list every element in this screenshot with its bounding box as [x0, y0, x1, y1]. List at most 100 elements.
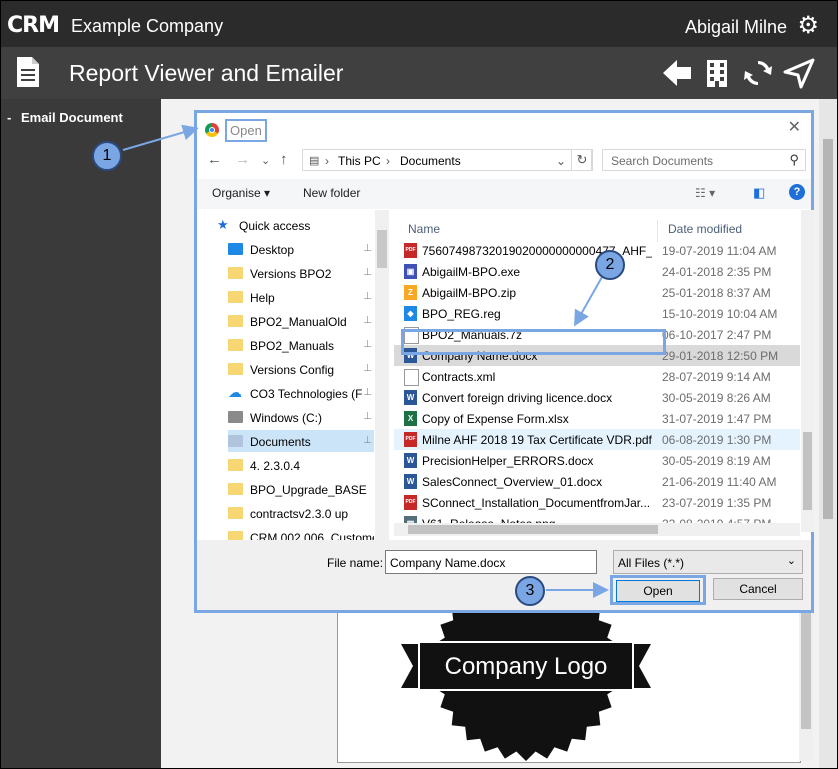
sidebar-bullet: - — [7, 110, 12, 125]
nav-pane-scrollbar-thumb[interactable] — [377, 230, 387, 268]
preview-scrollbar[interactable] — [799, 601, 813, 761]
file-name: Milne AHF 2018 19 Tax Certificate VDR.pd… — [422, 433, 652, 447]
page-scrollbar[interactable] — [819, 99, 837, 768]
file-name-input[interactable]: Company Name.docx — [385, 550, 597, 574]
pin-icon[interactable]: ⊥ — [363, 243, 372, 254]
search-input[interactable]: Search Documents ⚲ — [602, 149, 806, 171]
nav-item[interactable]: BPO2_ManualOld ⊥ — [228, 310, 374, 332]
folder-icon — [228, 483, 243, 495]
crm-logo: CRM — [7, 13, 60, 38]
word-file-icon: W — [404, 474, 417, 489]
open-button[interactable]: Open — [616, 580, 700, 602]
nav-item[interactable]: BPO2_Manuals ⊥ — [228, 334, 374, 356]
address-bar[interactable]: ▤ › This PC › Documents ⌄ — [302, 149, 592, 171]
file-row[interactable]: X Copy of Expense Form.xlsx 31-07-2019 1:4… — [394, 408, 800, 429]
word-file-icon: W — [404, 453, 417, 468]
nav-item-label: CO3 Technologies (F — [250, 387, 363, 401]
pin-icon[interactable]: ⊥ — [363, 267, 372, 278]
file-row[interactable]: PDF Milne AHF 2018 19 Tax Certificate VDR… — [394, 429, 800, 450]
pin-icon[interactable]: ⊥ — [363, 339, 372, 350]
file-list-hscrollbar-thumb[interactable] — [408, 525, 658, 534]
search-placeholder: Search Documents — [611, 154, 714, 168]
registry-file-icon: ◆ — [404, 306, 417, 321]
top-header: CRM Example Company Abigail Milne ⚙ — [1, 1, 837, 47]
back-arrow-icon[interactable]: ← — [207, 151, 222, 168]
column-header-name[interactable]: Name — [408, 222, 440, 236]
nav-item-label: Windows (C:) — [250, 411, 323, 425]
refresh-icon[interactable] — [742, 57, 774, 89]
pin-icon[interactable]: ⊥ — [363, 435, 372, 446]
file-list-hscrollbar[interactable] — [394, 523, 800, 536]
file-row[interactable]: W Convert foreign driving licence.docx 30-… — [394, 387, 800, 408]
close-icon[interactable]: ✕ — [788, 117, 801, 137]
file-date: 30-05-2019 8:26 AM — [662, 391, 771, 405]
refresh-icon[interactable]: ↻ — [571, 149, 593, 171]
pdf-file-icon: PDF — [404, 432, 417, 447]
file-row[interactable]: W PrecisionHelper_ERRORS.docx 30-05-2019 8… — [394, 450, 800, 471]
up-arrow-icon[interactable]: ↑ — [280, 151, 288, 168]
nav-item[interactable]: Windows (C:) ⊥ — [228, 406, 374, 428]
nav-item[interactable]: ★ Quick access — [217, 214, 363, 236]
gear-icon[interactable]: ⚙ — [797, 11, 819, 40]
nav-item[interactable]: BPO_Upgrade_BASE — [228, 478, 374, 500]
building-icon[interactable] — [701, 57, 733, 89]
pin-icon[interactable]: ⊥ — [363, 387, 372, 398]
send-icon[interactable] — [783, 57, 815, 89]
nav-item[interactable]: ☁ CO3 Technologies (F ⊥ — [228, 382, 374, 404]
back-arrow-icon[interactable] — [661, 57, 693, 89]
file-row[interactable]: Contracts.xml 28-07-2019 9:14 AM — [394, 366, 800, 387]
user-name[interactable]: Abigail Milne — [685, 17, 787, 38]
help-icon[interactable]: ? — [789, 184, 805, 200]
nav-item[interactable]: Versions Config ⊥ — [228, 358, 374, 380]
chevron-down-icon[interactable]: ⌄ — [261, 154, 270, 167]
nav-item[interactable]: Versions BPO2 ⊥ — [228, 262, 374, 284]
nav-item-label: Desktop — [250, 243, 295, 257]
file-list-vscrollbar[interactable] — [801, 210, 814, 532]
breadcrumb-separator: › — [386, 154, 390, 168]
breadcrumb-this-pc[interactable]: This PC — [338, 154, 381, 168]
nav-item[interactable]: Help ⊥ — [228, 286, 374, 308]
folder-icon — [228, 363, 243, 375]
file-row[interactable]: W SalesConnect_Overview_01.docx 21-06-2019… — [394, 471, 800, 492]
file-type-select[interactable]: All Files (*.*) ⌄ — [613, 550, 803, 574]
nav-item-label: Help — [250, 291, 275, 305]
column-header-date[interactable]: Date modified — [668, 222, 742, 236]
column-divider[interactable] — [657, 220, 658, 242]
pin-icon[interactable]: ⊥ — [363, 363, 372, 374]
file-date: 25-01-2018 8:37 AM — [662, 286, 771, 300]
nav-item-label: BPO2_Manuals — [250, 339, 335, 353]
nav-item[interactable]: Desktop ⊥ — [228, 238, 374, 260]
nav-pane-scrollbar[interactable] — [375, 210, 389, 540]
preview-scrollbar-thumb[interactable] — [801, 609, 811, 729]
sidebar-item-email-document[interactable]: - Email Document — [7, 110, 123, 125]
nav-item-label: 4. 2.3.0.4 — [250, 459, 301, 473]
search-icon: ⚲ — [789, 152, 799, 167]
cancel-button[interactable]: Cancel — [713, 578, 803, 600]
page-scrollbar-thumb[interactable] — [823, 139, 833, 519]
view-options-icon[interactable]: ☷ ▾ — [695, 186, 715, 200]
preview-pane-icon[interactable]: ◧ — [753, 185, 765, 201]
company-logo-text: Company Logo — [445, 653, 608, 680]
file-date: 30-05-2019 8:19 AM — [662, 454, 771, 468]
nav-item[interactable]: CRM 002 006_Custome — [228, 526, 374, 540]
file-row[interactable]: PDF SConnect_Installation_DocumentfromJar… — [394, 492, 800, 513]
file-row[interactable]: Z AbigailM-BPO.zip 25-01-2018 8:37 AM — [394, 282, 800, 303]
forward-arrow-icon[interactable]: → — [235, 151, 250, 168]
breadcrumb-documents[interactable]: Documents — [400, 154, 461, 168]
new-folder-button[interactable]: New folder — [303, 186, 360, 200]
chevron-down-icon[interactable]: ⌄ — [556, 154, 566, 168]
pin-icon[interactable]: ⊥ — [363, 315, 372, 326]
folder-icon — [228, 459, 243, 471]
folder-icon — [228, 267, 243, 279]
dialog-title: Open — [225, 119, 267, 142]
command-bar: Organise ▾ New folder ☷ ▾ ◧ ? — [197, 179, 811, 209]
nav-item[interactable]: contractsv2.3.0 up — [228, 502, 374, 524]
nav-item[interactable]: 4. 2.3.0.4 — [228, 454, 374, 476]
pin-icon[interactable]: ⊥ — [363, 411, 372, 422]
file-list-vscrollbar-thumb[interactable] — [803, 432, 812, 510]
pin-icon[interactable]: ⊥ — [363, 291, 372, 302]
file-row[interactable]: ◆ BPO_REG.reg 15-10-2019 10:04 AM — [394, 303, 800, 324]
left-sidebar: - Email Document — [1, 99, 161, 768]
organise-button[interactable]: Organise ▾ — [212, 186, 270, 200]
nav-item[interactable]: Documents ⊥ — [228, 430, 374, 452]
